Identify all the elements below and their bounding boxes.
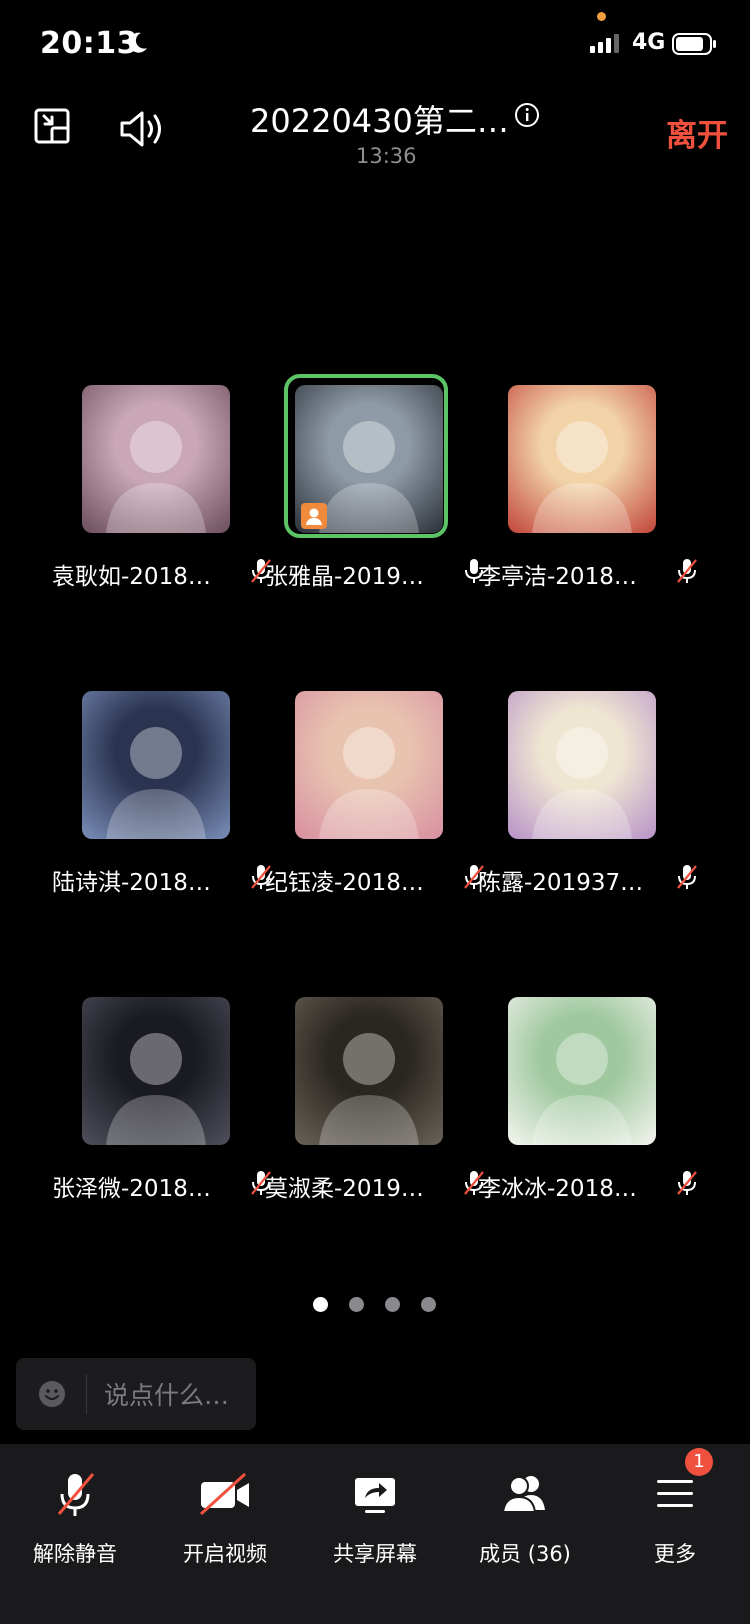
meeting-timer: 13:36 [356,144,417,168]
page-dot[interactable] [349,1297,364,1312]
privacy-indicator-dot [597,12,606,21]
moon-icon [128,32,147,53]
signal-icon [590,34,619,53]
participant-avatar [295,691,443,839]
members-icon [501,1476,545,1513]
page-dot[interactable] [385,1297,400,1312]
participant-name: 张泽微-2018… [52,1176,211,1202]
share-screen-label: 共享屏幕 [333,1542,417,1566]
participant-name: 李亭洁-2018… [478,564,637,590]
mic-muted-icon [677,1171,697,1195]
unmute-label: 解除静音 [33,1542,117,1566]
start-video-button[interactable]: 开启视频 [150,1468,300,1568]
chat-divider [86,1374,87,1414]
menu-icon [657,1480,693,1507]
host-badge-icon [301,503,327,529]
network-type: 4G [632,30,666,55]
unmute-button[interactable]: 解除静音 [0,1468,150,1568]
participant-avatar [82,691,230,839]
participant-name: 陈露-201937… [478,870,644,896]
participant-avatar [295,997,443,1145]
participant-avatar [82,385,230,533]
mic-muted-icon [677,865,697,889]
pip-icon[interactable] [34,108,74,148]
notification-badge: 1 [685,1448,713,1476]
mic-muted-icon [57,1473,95,1516]
members-label: 成员 (36) [479,1542,571,1566]
participant-name: 莫淑柔-2019… [265,1176,424,1202]
participant-avatar [508,997,656,1145]
start-video-label: 开启视频 [183,1542,267,1566]
meeting-title[interactable]: 20220430第二… [250,96,509,142]
participant-name: 纪钰凌-2018… [265,870,424,896]
mic-muted-icon [677,559,697,583]
page-dot[interactable] [313,1297,328,1312]
page-dot[interactable] [421,1297,436,1312]
participant-avatar [82,997,230,1145]
more-button[interactable]: 更多 [600,1468,750,1568]
video-off-icon [199,1472,249,1516]
battery-icon [672,33,716,55]
participant-name: 李冰冰-2018… [478,1176,637,1202]
members-button[interactable]: 成员 (36) [450,1468,600,1568]
participant-avatar [508,691,656,839]
emoji-icon[interactable] [38,1380,66,1408]
info-icon[interactable] [514,102,540,128]
participant-name: 张雅晶-2019… [265,564,424,590]
participant-name: 袁耿如-2018… [52,564,211,590]
participant-avatar [508,385,656,533]
participant-name: 陆诗淇-2018… [52,870,211,896]
share-screen-button[interactable]: 共享屏幕 [300,1468,450,1568]
more-label: 更多 [654,1542,696,1566]
share-screen-icon [355,1478,395,1513]
leave-button[interactable]: 离开 [666,110,728,155]
speaker-icon[interactable] [118,108,166,150]
chat-input-placeholder[interactable]: 说点什么… [104,1376,229,1412]
